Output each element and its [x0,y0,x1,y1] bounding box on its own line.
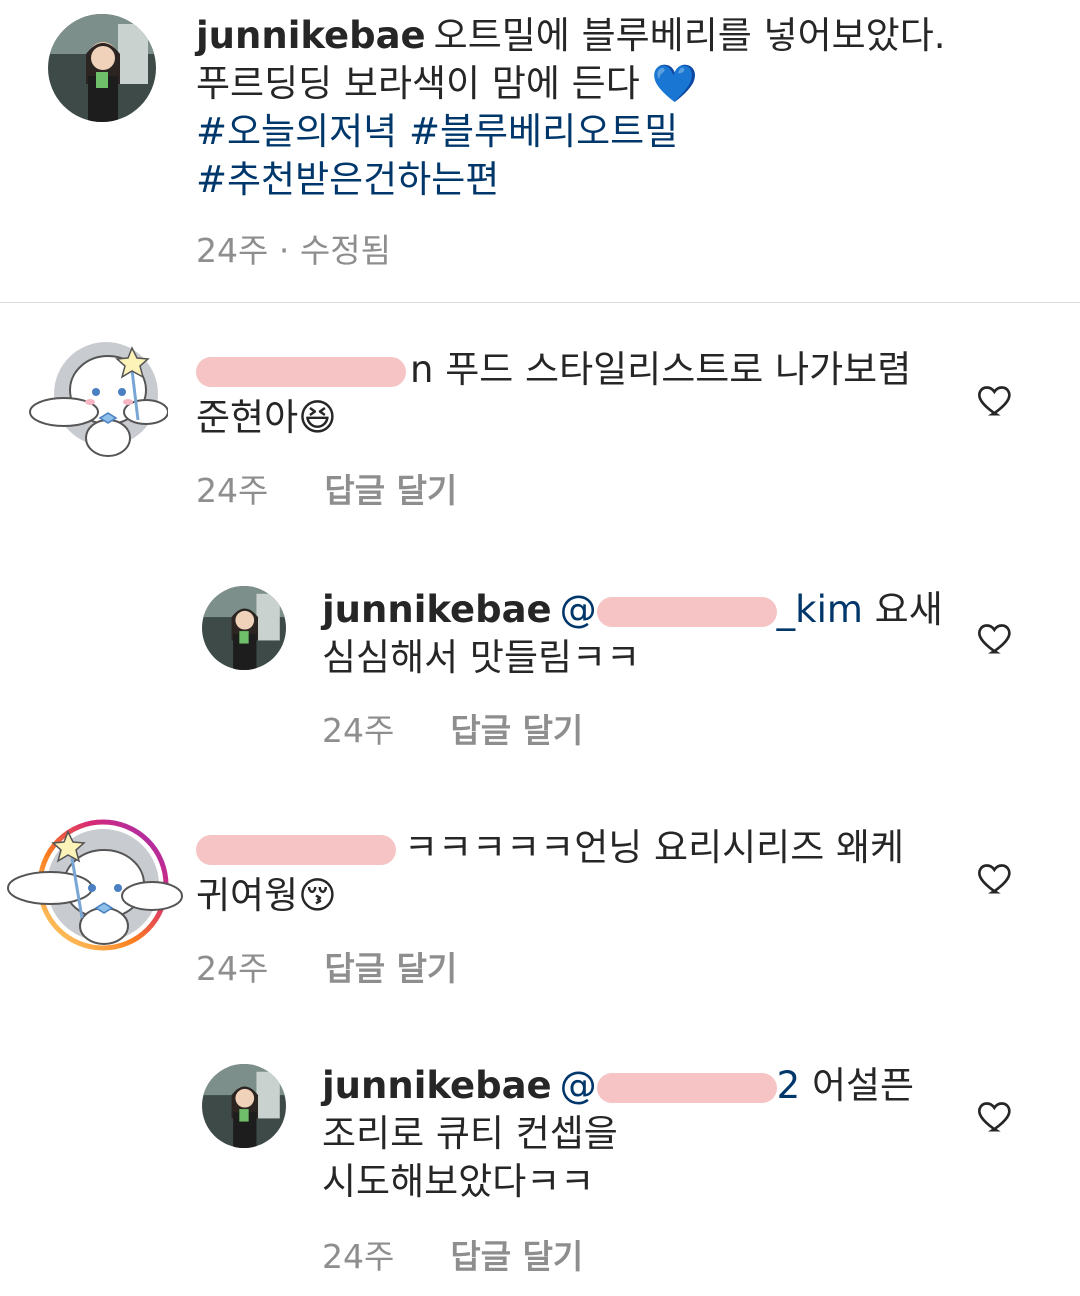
reply-button[interactable]: 답글 달기 [324,471,457,510]
comment-body: n 푸드 스타일리스트로 나가보렴 준현아😆 [196,346,956,442]
reply-time: 24주 [322,1237,395,1276]
reply-meta: 24주 답글 달기 [322,1230,583,1278]
hashtag-link[interactable]: #추천받은건하는편 [196,158,499,201]
comment-text-line1: 푸드 스타일리스트로 나가보렴 [445,348,912,391]
reply-author-avatar[interactable] [202,1064,286,1148]
hashtag-link[interactable]: #오늘의저녁 [196,110,397,153]
comment-meta: 24주 답글 달기 [196,942,457,990]
reply-button[interactable]: 답글 달기 [324,949,457,988]
commenter-avatar[interactable] [29,330,168,457]
reply-text-line3: 시도해보았다ㅋㅋ [322,1160,595,1203]
mention-end[interactable]: _kim [777,588,863,631]
redacted-mention [596,1072,777,1103]
like-heart-icon[interactable] [976,858,1016,898]
comment-text-line1: ㅋㅋㅋㅋㅋ언닝 요리시리즈 왜케 [404,826,905,869]
post-author-username[interactable]: junnikebae [196,14,426,57]
divider [0,302,1080,303]
redacted-username [196,356,406,387]
edited-label: 수정됨 [299,231,391,270]
laughing-emoji: 😆 [298,396,337,439]
reply-author-username[interactable]: junnikebae [322,588,552,631]
caption-line2: 푸르딩딩 보라색이 맘에 든다 [196,62,640,105]
reply-button[interactable]: 답글 달기 [450,711,583,750]
reply-meta: 24주 답글 달기 [322,704,583,752]
reply-text-line1: 요새 [874,588,943,631]
comment-text-line2: 귀여웡 [196,874,299,917]
comment-body: ㅋㅋㅋㅋㅋ언닝 요리시리즈 왜케 귀여웡😚 [196,824,956,920]
redacted-username [196,834,396,865]
reply-text-line2: 심심해서 맛들림ㅋㅋ [322,636,641,679]
caption-line1: 오트밀에 블루베리를 넣어보았다. [433,14,946,57]
comment-meta: 24주 답글 달기 [196,464,457,512]
like-heart-icon[interactable] [976,1096,1016,1136]
comment-time: 24주 [196,471,269,510]
reply-button[interactable]: 답글 달기 [450,1237,583,1276]
reply-text-line1: 어설픈 [811,1064,915,1107]
mention-start[interactable]: @ [560,1064,597,1107]
like-heart-icon[interactable] [976,618,1016,658]
commenter-avatar-story-ring[interactable] [7,818,183,952]
post-caption: junnikebae 오트밀에 블루베리를 넣어보았다. 푸르딩딩 보라색이 맘에… [196,12,1056,204]
username-visible-end: n [410,348,434,391]
blue-heart-emoji: 💙 [651,62,698,105]
hashtag-link[interactable]: #블루베리오트밀 [409,110,678,153]
reply-body: junnikebae @2 어설픈 조리로 큐티 컨셉을 시도해보았다ㅋㅋ [322,1062,962,1206]
post-author-avatar[interactable] [48,14,156,122]
kissing-emoji: 😚 [298,874,337,917]
meta-separator: · [278,231,290,270]
like-heart-icon[interactable] [976,380,1016,420]
post-time: 24주 [196,231,269,270]
reply-text-line2: 조리로 큐티 컨셉을 [322,1112,618,1155]
reply-time: 24주 [322,711,395,750]
reply-author-username[interactable]: junnikebae [322,1064,552,1107]
post-meta: 24주 · 수정됨 [196,224,391,272]
comment-time: 24주 [196,949,269,988]
reply-author-avatar[interactable] [202,586,286,670]
comment-text-line2: 준현아 [196,396,299,439]
redacted-mention [596,596,777,627]
mention-end[interactable]: 2 [777,1064,801,1107]
reply-body: junnikebae @ _kim 요새 심심해서 맛들림ㅋㅋ [322,586,962,682]
mention-start[interactable]: @ [560,588,597,631]
